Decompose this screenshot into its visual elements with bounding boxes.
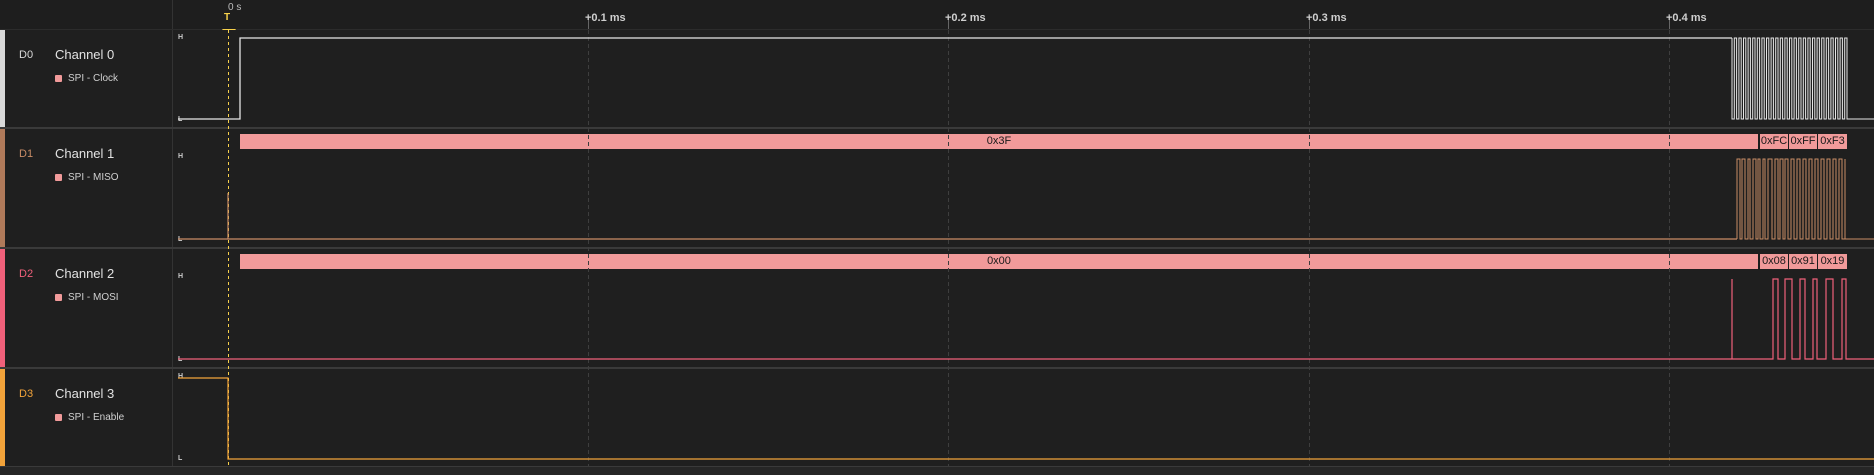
channel-id: D1 bbox=[19, 148, 34, 160]
analyzer-name: SPI - MOSI bbox=[68, 292, 119, 303]
decode-frame[interactable]: 0xFF bbox=[1788, 134, 1817, 149]
tick-label-0.1ms: +0.1 ms bbox=[585, 12, 626, 24]
channel-name[interactable]: Channel 3 bbox=[55, 386, 114, 401]
low-level-label: L bbox=[178, 356, 183, 363]
trigger-marker-label[interactable]: T bbox=[224, 12, 230, 23]
channel-row-1[interactable]: D1 Channel 1 SPI - MISO H L 0x3F 0xFC 0x… bbox=[0, 129, 1874, 249]
tick-label-0.4ms: +0.4 ms bbox=[1666, 12, 1707, 24]
channel-label-panel[interactable]: D3 Channel 3 SPI - Enable bbox=[0, 369, 173, 466]
channel-name[interactable]: Channel 1 bbox=[55, 146, 114, 161]
decode-frame[interactable]: 0x91 bbox=[1788, 254, 1817, 269]
channel-label-panel[interactable]: D2 Channel 2 SPI - MOSI bbox=[0, 249, 173, 367]
analyzer-color-icon bbox=[55, 414, 62, 421]
channel-color-strip bbox=[0, 369, 5, 466]
ruler-spacer bbox=[0, 0, 173, 29]
decode-frame[interactable]: 0xF3 bbox=[1817, 134, 1847, 149]
decode-frame[interactable]: 0xFC bbox=[1759, 134, 1788, 149]
decode-frame[interactable]: 0x00 bbox=[240, 254, 1758, 269]
analyzer-tag[interactable]: SPI - MISO bbox=[55, 172, 119, 183]
analyzer-color-icon bbox=[55, 75, 62, 82]
channel-row-3[interactable]: D3 Channel 3 SPI - Enable H L bbox=[0, 369, 1874, 468]
analyzer-name: SPI - MISO bbox=[68, 172, 119, 183]
decode-frame[interactable]: 0x08 bbox=[1759, 254, 1788, 269]
analyzer-tag[interactable]: SPI - Enable bbox=[55, 412, 124, 423]
decode-frame[interactable]: 0x19 bbox=[1817, 254, 1847, 269]
tick-label-0.2ms: +0.2 ms bbox=[945, 12, 986, 24]
analyzer-tag[interactable]: SPI - MOSI bbox=[55, 292, 119, 303]
high-level-label: H bbox=[178, 34, 184, 41]
high-level-label: H bbox=[178, 373, 184, 380]
decode-frame[interactable]: 0x3F bbox=[240, 134, 1758, 149]
low-level-label: L bbox=[178, 116, 183, 123]
channel-row-2[interactable]: D2 Channel 2 SPI - MOSI H L 0x00 0x08 0x… bbox=[0, 249, 1874, 369]
channel-color-strip bbox=[0, 129, 5, 247]
analyzer-name: SPI - Enable bbox=[68, 412, 125, 423]
analyzer-tag[interactable]: SPI - Clock bbox=[55, 73, 118, 84]
high-level-label: H bbox=[178, 273, 184, 280]
channel-name[interactable]: Channel 0 bbox=[55, 47, 114, 62]
channel-label-panel[interactable]: D0 Channel 0 SPI - Clock bbox=[0, 30, 173, 127]
low-level-label: L bbox=[178, 455, 183, 462]
channel-color-strip bbox=[0, 249, 5, 367]
channel-row-0[interactable]: D0 Channel 0 SPI - Clock H L bbox=[0, 30, 1874, 129]
channel-name[interactable]: Channel 2 bbox=[55, 266, 114, 281]
low-level-label: L bbox=[178, 236, 183, 243]
channel-id: D0 bbox=[19, 49, 34, 61]
high-level-label: H bbox=[178, 153, 184, 160]
analyzer-color-icon bbox=[55, 294, 62, 301]
analyzer-name: SPI - Clock bbox=[68, 73, 119, 84]
horizontal-scrollbar[interactable] bbox=[0, 467, 1874, 475]
channel-label-panel[interactable]: D1 Channel 1 SPI - MISO bbox=[0, 129, 173, 247]
timeline-ruler[interactable]: 0 s T +0.1 ms +0.2 ms +0.3 ms +0.4 ms bbox=[0, 0, 1874, 30]
analyzer-color-icon bbox=[55, 174, 62, 181]
channel-id: D3 bbox=[19, 388, 34, 400]
channel-id: D2 bbox=[19, 268, 34, 280]
channel-color-strip bbox=[0, 30, 5, 127]
tick-label-0.3ms: +0.3 ms bbox=[1306, 12, 1347, 24]
